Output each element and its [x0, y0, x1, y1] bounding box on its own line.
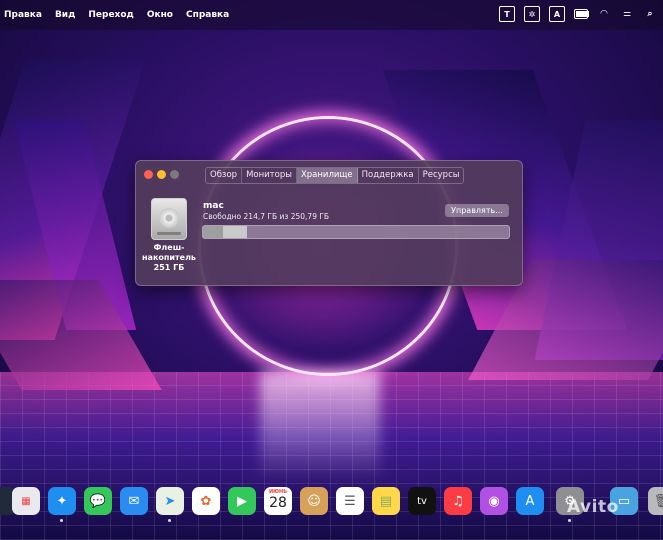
safari-icon[interactable]: ✦	[48, 487, 76, 515]
apple-tv-icon[interactable]: tv	[408, 487, 436, 515]
storage-usage-bar	[202, 225, 510, 239]
running-indicator	[568, 519, 571, 522]
manage-button[interactable]: Управлять...	[445, 204, 509, 217]
messages-icon[interactable]: 💬	[84, 487, 112, 515]
running-indicator	[60, 519, 63, 522]
maps-icon[interactable]: ➤	[156, 487, 184, 515]
minimize-button[interactable]	[157, 170, 166, 179]
tab-bar: Обзор Мониторы Хранилище Поддержка Ресур…	[205, 167, 465, 184]
storage-used-fill	[203, 226, 247, 238]
accessibility-icon[interactable]: ✲	[524, 6, 540, 22]
running-indicator	[168, 519, 171, 522]
app-store-icon[interactable]: A	[516, 487, 544, 515]
podcasts-icon[interactable]: ◉	[480, 487, 508, 515]
menu-help[interactable]: Справка	[186, 10, 229, 20]
contacts-icon[interactable]: ☺	[300, 487, 328, 515]
menu-bar: Правка Вид Переход Окно Справка T ✲ A ◠ …	[0, 0, 663, 30]
tab-overview[interactable]: Обзор	[206, 168, 243, 183]
drive-label: Флеш-накопитель 251 ГБ	[142, 243, 196, 272]
menu-view[interactable]: Вид	[55, 10, 75, 20]
wifi-icon[interactable]: ◠	[597, 7, 611, 21]
volume-name: mac	[203, 201, 224, 211]
a-icon[interactable]: A	[549, 6, 565, 22]
mail-icon[interactable]: ✉	[120, 487, 148, 515]
photos-icon[interactable]: ✿	[192, 487, 220, 515]
tab-storage[interactable]: Хранилище	[296, 168, 358, 183]
launchpad-icon[interactable]: ▦	[12, 487, 40, 515]
facetime-icon[interactable]: ▶	[228, 487, 256, 515]
wallpaper-crystal	[0, 280, 162, 390]
tab-displays[interactable]: Мониторы	[242, 168, 297, 183]
menu-edit[interactable]: Правка	[4, 10, 42, 20]
flash-drive-icon	[151, 198, 187, 240]
window-titlebar[interactable]: Обзор Мониторы Хранилище Поддержка Ресур…	[136, 161, 522, 187]
calendar-day: 28	[269, 495, 287, 511]
search-icon[interactable]: ⌕	[643, 7, 657, 21]
reminders-icon[interactable]: ☰	[336, 487, 364, 515]
watermark: Avito	[567, 497, 619, 517]
music-icon[interactable]: ♫	[444, 487, 472, 515]
control-center-icon[interactable]: ⚌	[620, 7, 634, 21]
status-area: T ✲ A ◠ ⚌ ⌕	[499, 6, 657, 22]
trash-icon[interactable]: 🗑	[648, 487, 663, 515]
tab-support[interactable]: Поддержка	[358, 168, 419, 183]
menu-go[interactable]: Переход	[88, 10, 133, 20]
dock: ▦ ✦ 💬 ✉ ➤ ✿ ▶ ИЮНЬ 28 ☺ ☰ ▤ tv ♫ ◉ A ⚙ ▭…	[0, 487, 663, 523]
notes-icon[interactable]: ▤	[372, 487, 400, 515]
tab-resources[interactable]: Ресурсы	[419, 168, 464, 183]
text-input-icon[interactable]: T	[499, 6, 515, 22]
wallpaper-ring-reflection	[260, 372, 380, 482]
volume-free-space: Свободно 214,7 ГБ из 250,79 ГБ	[203, 212, 330, 221]
calendar-icon[interactable]: ИЮНЬ 28	[264, 487, 292, 515]
close-button[interactable]	[144, 170, 153, 179]
about-this-mac-window: Обзор Мониторы Хранилище Поддержка Ресур…	[135, 160, 523, 286]
menu-window[interactable]: Окно	[147, 10, 173, 20]
battery-icon[interactable]	[574, 7, 589, 21]
zoom-button[interactable]	[170, 170, 179, 179]
